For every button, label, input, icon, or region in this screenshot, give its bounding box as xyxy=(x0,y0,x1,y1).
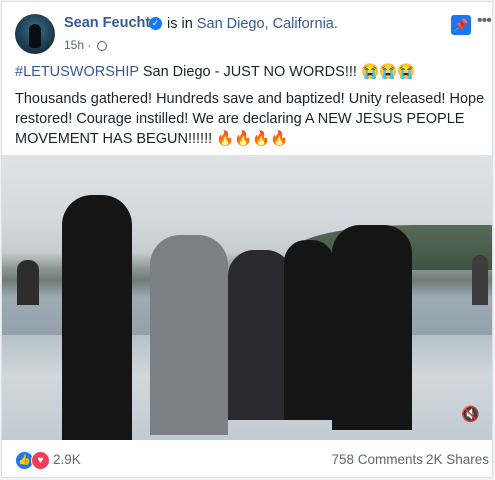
post-line-1: San Diego - JUST NO WORDS!!! 😭😭😭 xyxy=(138,64,416,80)
location-link[interactable]: San Diego, California. xyxy=(197,16,338,32)
author-avatar[interactable] xyxy=(15,14,55,54)
volume-mute-icon[interactable]: 🔇 xyxy=(461,405,480,423)
hashtag-link[interactable]: #LETUSWORSHIP xyxy=(15,64,139,80)
post-time[interactable]: 15h xyxy=(64,38,84,52)
shares-link[interactable]: 2K Shares xyxy=(426,452,489,467)
reaction-count[interactable]: 2.9K xyxy=(53,452,81,467)
post-card: Sean Feucht ✓ is in San Diego, Californi… xyxy=(1,1,493,478)
post-meta: 15h · xyxy=(64,38,107,52)
video-person xyxy=(228,250,292,420)
author-name[interactable]: Sean Feucht xyxy=(64,15,150,31)
location-prefix: is in xyxy=(167,16,193,32)
video-person xyxy=(284,240,334,420)
verified-badge-icon: ✓ xyxy=(149,17,162,30)
love-icon[interactable]: ♥ xyxy=(31,451,50,470)
video-person xyxy=(332,225,412,430)
video-person xyxy=(17,260,39,305)
more-icon[interactable]: ••• xyxy=(477,12,492,30)
post-text: #LETUSWORSHIP San Diego - JUST NO WORDS!… xyxy=(15,62,485,156)
location-line: is in San Diego, California. xyxy=(167,16,338,32)
post-video[interactable]: 🔇 xyxy=(2,155,492,440)
pin-icon[interactable]: 📌 xyxy=(451,15,471,35)
post-footer: 👍 ♥ 2.9K 758 Comments 2K Shares xyxy=(2,440,492,477)
video-person xyxy=(472,255,488,305)
video-person xyxy=(150,235,228,435)
post-line-2: Thousands gathered! Hundreds save and ba… xyxy=(15,91,485,147)
comments-link[interactable]: 758 Comments xyxy=(331,452,423,467)
video-person xyxy=(62,195,132,440)
globe-icon xyxy=(96,41,107,51)
